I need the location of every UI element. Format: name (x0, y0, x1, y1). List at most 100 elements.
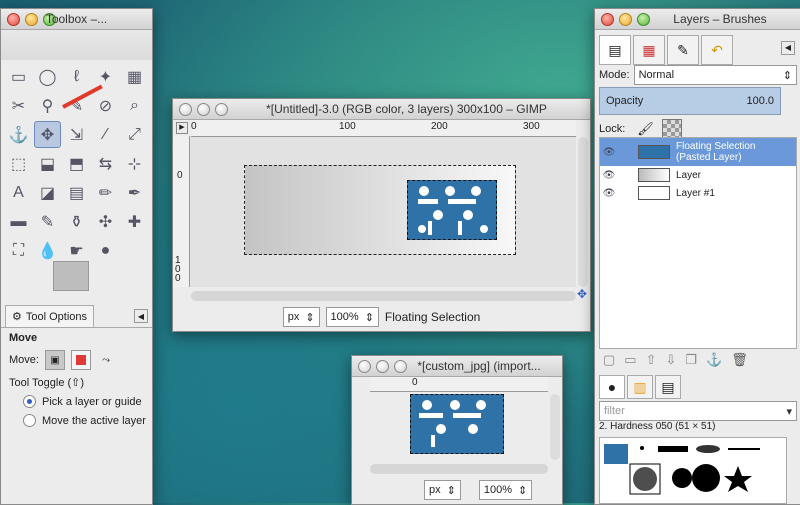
mode-select[interactable]: Normal ⇕ (633, 65, 797, 85)
ruler-v-tick-100: 100 (175, 255, 181, 284)
tool-icon-4[interactable]: ▦ (121, 63, 148, 90)
image-statusbar: px ⇕ 100% ⇕ Floating Selection (173, 303, 590, 331)
tool-icon-18[interactable]: ⇆ (92, 150, 119, 177)
tool-icon-29[interactable]: ✚ (121, 208, 148, 235)
tool-icon-12[interactable]: ⇲ (63, 121, 90, 148)
jpg-titlebar[interactable]: *[custom_jpg] (import... (352, 356, 562, 377)
tab-tool-options[interactable]: ⚙ Tool Options (5, 305, 95, 327)
tool-icon-17[interactable]: ⬒ (63, 150, 90, 177)
tool-icon-10[interactable]: ⚓ (5, 121, 32, 148)
vertical-ruler[interactable]: 0 100 (173, 136, 190, 287)
tool-icon-14[interactable]: ⤢ (121, 121, 148, 148)
tool-icon-9[interactable]: ⌕ (121, 92, 148, 119)
lock-pixels-icon[interactable]: 🖌 (637, 121, 654, 137)
move-active-layer-radio[interactable] (23, 414, 36, 427)
move-path-mode-button[interactable]: ⤳ (97, 351, 115, 369)
lock-label: Lock: (599, 123, 626, 135)
tab-channels[interactable]: ▦ (633, 35, 665, 65)
jpg-horizontal-ruler[interactable]: 0 (370, 377, 548, 392)
tab-gradients[interactable]: ▤ (655, 375, 681, 399)
pick-layer-radio[interactable] (23, 395, 36, 408)
move-selection-mode-button[interactable] (70, 350, 91, 370)
tab-layers[interactable]: ▤ (599, 35, 631, 65)
layers-titlebar[interactable]: Layers – Brushes (595, 9, 800, 30)
status-text: Floating Selection (384, 310, 481, 324)
tool-icon-27[interactable]: ⚱ (63, 208, 90, 235)
jpg-unit-select[interactable]: px ⇕ (424, 480, 461, 500)
eye-icon[interactable]: 👁 (600, 170, 618, 181)
tool-icon-0[interactable]: ▭ (5, 63, 32, 90)
jpg-canvas[interactable] (410, 394, 504, 454)
ruler-tick-300: 300 (523, 121, 540, 132)
duplicate-layer-icon[interactable]: ❐ (685, 352, 697, 368)
tool-icon-21[interactable]: ◪ (34, 179, 61, 206)
delete-layer-icon[interactable]: 🗑 (731, 352, 748, 368)
vertical-scrollbar[interactable] (578, 137, 588, 287)
opacity-slider[interactable]: Opacity 100.0 (599, 87, 781, 115)
tool-icon-33[interactable]: ● (92, 237, 119, 264)
move-layer-mode-button[interactable]: ▣ (44, 350, 65, 370)
floating-selection[interactable] (407, 180, 497, 240)
lock-alpha-icon[interactable] (661, 119, 682, 139)
toolbox-window: Toolbox –... ▭ ◯ ℓ ✦ ▦ ✂ ⚲ ✎ ⊘ ⌕ ⚓ ✥ ⇲ ∕ ⤢ ⬚ ⬓ ⬒ ⇆ ⊹ A ◪ ▤ ✏ ✒ ▬ ✎… (0, 8, 153, 505)
tool-icon-13[interactable]: ∕ (92, 121, 119, 148)
move-label: Move: (9, 354, 39, 366)
tool-icon-15[interactable]: ⬚ (5, 150, 32, 177)
tool-icon-5[interactable]: ✂ (5, 92, 32, 119)
tool-icon-8[interactable]: ⊘ (92, 92, 119, 119)
tool-icon-1[interactable]: ◯ (34, 63, 61, 90)
anchor-layer-icon[interactable]: ⚓ (706, 352, 722, 368)
tab-paths[interactable]: ✎ (667, 35, 699, 65)
tool-icon-30[interactable]: ⛶ (5, 237, 32, 264)
image-titlebar[interactable]: *[Untitled]-3.0 (RGB color, 3 layers) 30… (173, 99, 590, 120)
jpg-horizontal-scrollbar[interactable] (370, 464, 548, 474)
ruler-v-tick-0: 0 (177, 170, 183, 181)
eye-icon[interactable]: 👁 (600, 188, 618, 199)
tab-menu-button[interactable]: ◀ (134, 309, 148, 323)
tool-icon-31[interactable]: 💧 (34, 237, 61, 264)
jpg-zoom-select[interactable]: 100% ⇕ (478, 480, 533, 500)
tab-patterns[interactable]: ▥ (627, 375, 653, 399)
tool-icon-24[interactable]: ✒ (121, 179, 148, 206)
layer-item[interactable]: 👁 Layer #1 (600, 184, 796, 202)
toolbox-title: Toolbox –... (45, 12, 108, 26)
color-swatches[interactable] (53, 261, 103, 305)
tool-icon-22[interactable]: ▤ (63, 179, 90, 206)
tool-icon-23[interactable]: ✏ (92, 179, 119, 206)
brush-filter-input[interactable]: filter ▾ (599, 401, 797, 421)
dock-menu-button[interactable]: ◀ (781, 41, 795, 55)
layer-item[interactable]: 👁 Layer (600, 166, 796, 184)
raise-layer-icon[interactable]: ⇧ (646, 352, 657, 368)
brush-grid[interactable] (599, 437, 787, 504)
tool-icon-6[interactable]: ⚲ (34, 92, 61, 119)
horizontal-ruler[interactable]: 0 100 200 300 (191, 120, 576, 137)
brush-filter-row: filter ▾ (599, 401, 797, 421)
menu-arrow-button[interactable]: ▶ (176, 122, 188, 134)
unit-select[interactable]: px ⇕ (282, 307, 320, 327)
tab-undo[interactable]: ↶ (701, 35, 733, 65)
new-layer-group-icon[interactable]: ▭ (624, 352, 636, 368)
navigate-icon[interactable]: ✥ (577, 287, 587, 301)
toolbox-titlebar[interactable]: Toolbox –... (1, 9, 152, 30)
filter-placeholder: filter (604, 405, 625, 417)
tool-icon-25[interactable]: ▬ (5, 208, 32, 235)
image-canvas[interactable] (244, 165, 516, 255)
jpg-vertical-scrollbar[interactable] (550, 394, 560, 460)
tool-icon-16[interactable]: ⬓ (34, 150, 61, 177)
zoom-select[interactable]: 100% ⇕ (325, 307, 379, 327)
eye-icon[interactable]: 👁 (600, 147, 618, 158)
layer-item[interactable]: 👁 Floating Selection (Pasted Layer) (600, 138, 796, 166)
move-tool-icon[interactable]: ✥ (34, 121, 61, 148)
lower-layer-icon[interactable]: ⇩ (666, 352, 677, 368)
horizontal-scrollbar[interactable] (191, 291, 576, 301)
foreground-color[interactable] (53, 261, 89, 291)
tool-icon-32[interactable]: ☛ (63, 237, 90, 264)
tool-icon-26[interactable]: ✎ (34, 208, 61, 235)
tool-icon-19[interactable]: ⊹ (121, 150, 148, 177)
tool-icon-28[interactable]: ✣ (92, 208, 119, 235)
tab-brushes[interactable]: ● (599, 375, 625, 399)
tool-icon-2[interactable]: ℓ (63, 63, 90, 90)
tool-icon-20[interactable]: A (5, 179, 32, 206)
canvas-area[interactable] (190, 137, 576, 287)
new-layer-icon[interactable]: ▢ (603, 352, 615, 368)
